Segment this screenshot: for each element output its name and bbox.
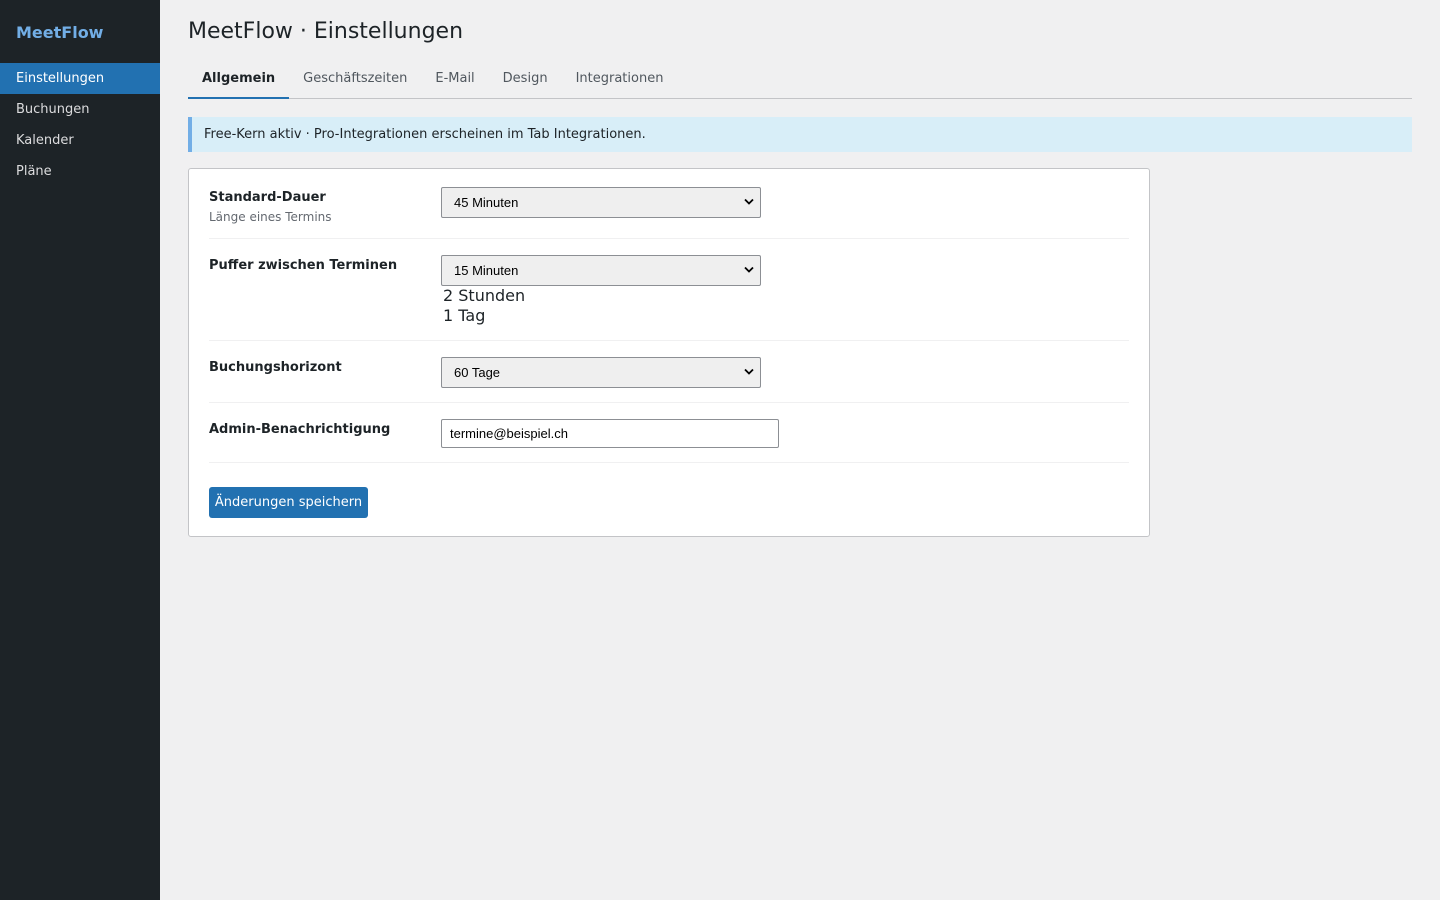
duration-select[interactable]: 45 Minuten <box>441 187 761 218</box>
sidebar-item-buchungen[interactable]: Buchungen <box>0 94 160 125</box>
sidebar-item-einstellungen[interactable]: Einstellungen <box>0 63 160 94</box>
tab-bar: Allgemein Geschäftszeiten E-Mail Design … <box>188 61 1412 99</box>
tab-email[interactable]: E-Mail <box>421 61 488 99</box>
info-notice: Free-Kern aktiv · Pro-Integrationen ersc… <box>188 117 1412 152</box>
duration-label: Standard-Dauer <box>209 190 326 205</box>
page-title: MeetFlow · Einstellungen <box>188 19 464 44</box>
brand-logo: MeetFlow <box>16 23 104 42</box>
setting-row-duration: Standard-Dauer Länge eines Termins 45 Mi… <box>209 169 1129 239</box>
save-button[interactable]: Änderungen speichern <box>209 487 368 518</box>
setting-row-notification: Admin-Benachrichtigung termine@beispiel.… <box>209 403 1129 463</box>
chevron-down-icon <box>744 266 754 273</box>
notification-label: Admin-Benachrichtigung <box>209 422 391 437</box>
duration-select-value: 45 Minuten <box>454 195 519 210</box>
sidebar-item-kalender[interactable]: Kalender <box>0 125 160 156</box>
tab-design[interactable]: Design <box>489 61 562 99</box>
buffer-select[interactable]: 15 Minuten <box>441 255 761 286</box>
horizon-select-value: 60 Tage <box>454 365 501 380</box>
buffer-select-value: 15 Minuten <box>454 263 519 278</box>
horizon-select[interactable]: 60 Tage <box>441 357 761 388</box>
tab-allgemein[interactable]: Allgemein <box>188 61 290 99</box>
setting-row-horizon: Buchungshorizont 60 Tage <box>209 341 1129 403</box>
notification-email-input[interactable]: termine@beispiel.ch <box>441 419 779 448</box>
buffer-option-2-stunden: 2 Stunden <box>443 286 526 305</box>
settings-card: Standard-Dauer Länge eines Termins 45 Mi… <box>188 168 1150 537</box>
duration-description: Länge eines Termins <box>209 210 332 224</box>
horizon-label: Buchungshorizont <box>209 360 342 375</box>
tab-integrationen[interactable]: Integrationen <box>562 61 678 99</box>
chevron-down-icon <box>744 198 754 205</box>
sidebar-item-plaene[interactable]: Pläne <box>0 156 160 187</box>
setting-row-buffer: Puffer zwischen Terminen 15 Minuten 2 St… <box>209 239 1129 341</box>
chevron-down-icon <box>744 368 754 375</box>
sidebar: MeetFlow Einstellungen Buchungen Kalende… <box>0 0 160 900</box>
buffer-label: Puffer zwischen Terminen <box>209 258 398 273</box>
tab-geschaeftszeiten[interactable]: Geschäftszeiten <box>289 61 421 99</box>
buffer-option-1-tag: 1 Tag <box>443 306 486 325</box>
